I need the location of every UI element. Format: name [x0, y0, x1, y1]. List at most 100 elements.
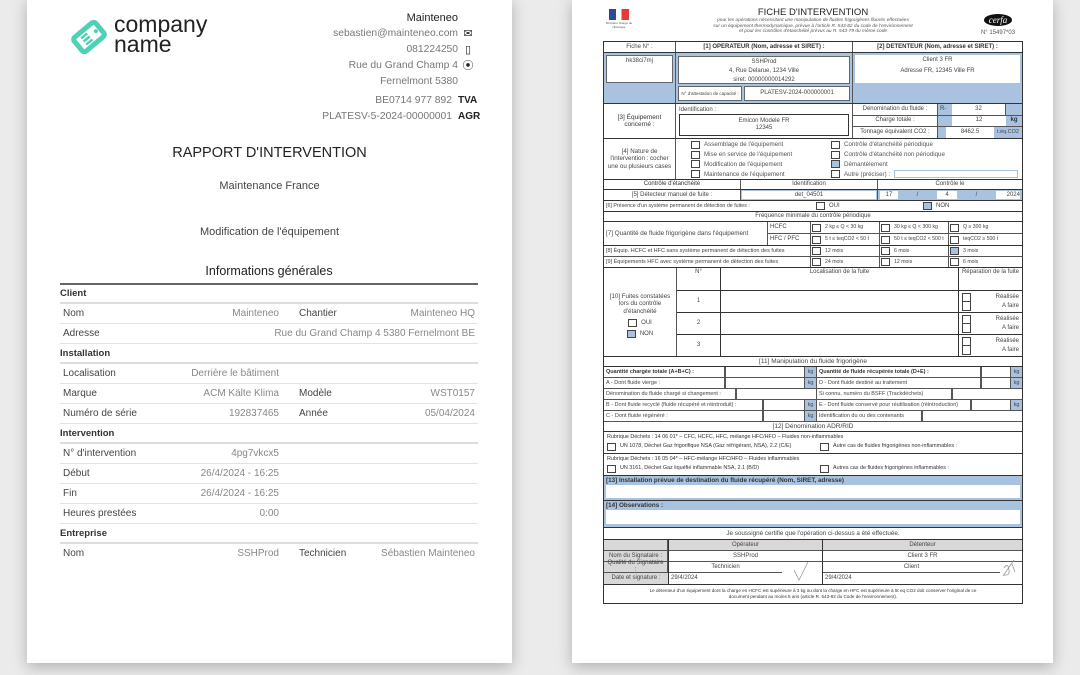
- option-cell[interactable]: 12 mois: [811, 246, 880, 256]
- checkbox[interactable]: [812, 223, 821, 232]
- hfc-options: HFC / PFC 5 t ≤ teqCO2 < 50 t 50 t ≤ teqC…: [768, 234, 1022, 245]
- sig-det-date[interactable]: 29/4/2024: [823, 573, 1022, 584]
- option-cell[interactable]: 12 mois: [880, 257, 949, 267]
- nature-option[interactable]: Assemblage de l'équipement: [691, 140, 831, 150]
- checkbox[interactable]: [950, 258, 959, 266]
- detecteur-field[interactable]: det_04501: [742, 191, 876, 199]
- destination-field[interactable]: [606, 485, 1020, 498]
- fuite-location-field[interactable]: [721, 291, 959, 312]
- autre-field[interactable]: [894, 170, 1018, 179]
- checkbox[interactable]: [950, 247, 959, 255]
- tag-logo-icon: [71, 19, 107, 55]
- checkbox[interactable]: [881, 223, 890, 232]
- realisee-checkbox[interactable]: [962, 336, 971, 346]
- logo-text-line2: name: [114, 31, 172, 57]
- observations-field[interactable]: [606, 510, 1020, 524]
- sig-det-name[interactable]: Client 3 FR: [823, 551, 1022, 562]
- nature-option[interactable]: Modification de l'équipement: [691, 160, 831, 170]
- autre-inflam-checkbox[interactable]: [820, 464, 829, 473]
- cerfa-title: FICHE D'INTERVENTION: [757, 7, 869, 18]
- checkbox[interactable]: [812, 258, 821, 266]
- sig-det-quality[interactable]: Client: [823, 562, 1000, 573]
- fuites-non-checkbox[interactable]: [626, 330, 636, 339]
- company-email: sebastien@mainteneo.com: [333, 28, 458, 39]
- controle-year-field[interactable]: 2024: [995, 191, 1020, 199]
- d-traitement-field[interactable]: [981, 378, 1011, 388]
- checkbox[interactable]: [691, 150, 700, 159]
- qte-chargee-field[interactable]: [725, 367, 805, 377]
- charge-field[interactable]: 12: [952, 115, 1006, 126]
- checkbox[interactable]: [881, 258, 890, 266]
- sig-op-quality[interactable]: Technicien: [669, 562, 782, 573]
- option-cell[interactable]: 6 mois: [949, 257, 1022, 267]
- a-faire-checkbox[interactable]: [962, 323, 971, 333]
- realisee-checkbox[interactable]: [962, 314, 971, 324]
- detenteur-field[interactable]: Client 3 FR Adresse FR, 12345 Ville FR: [855, 55, 1020, 83]
- e-conserve-field[interactable]: [971, 400, 1011, 410]
- option-cell[interactable]: 24 mois: [811, 257, 880, 267]
- qte-recuperee-field[interactable]: [981, 367, 1011, 377]
- table-row: Heures prestées 0:00: [60, 504, 478, 524]
- autre-non-inflam-checkbox[interactable]: [820, 442, 829, 451]
- nature-option[interactable]: Contrôle d'étanchéité périodique: [831, 140, 1018, 150]
- field-label: C - Dont fluide régénéré :: [604, 411, 763, 421]
- checkbox[interactable]: [950, 223, 959, 232]
- vat-tag: TVA: [458, 95, 478, 106]
- contenants-field[interactable]: [922, 411, 1022, 421]
- operateur-field[interactable]: SSHProd 4, Rue Delarue, 1234 Ville siret…: [678, 55, 850, 84]
- checkbox[interactable]: [831, 140, 840, 149]
- un3161-checkbox[interactable]: [607, 464, 616, 473]
- checkbox[interactable]: [812, 247, 821, 255]
- a-faire-checkbox[interactable]: [962, 345, 971, 355]
- systeme-oui-checkbox[interactable]: [816, 202, 825, 210]
- checkbox[interactable]: [950, 235, 959, 244]
- nature-option[interactable]: Autre (préciser) :: [831, 169, 1018, 179]
- fuites-oui-checkbox[interactable]: [628, 319, 638, 328]
- option-cell[interactable]: 2 kg ≤ Q < 30 kg: [811, 222, 880, 233]
- option-cell[interactable]: 30 kg ≤ Q < 300 kg: [880, 222, 949, 233]
- c-regenere-field[interactable]: [763, 411, 805, 421]
- fiche-number-field[interactable]: hk38ci7mj: [606, 55, 673, 83]
- controle-month-field[interactable]: 4: [936, 191, 957, 199]
- fluide-field[interactable]: 32: [952, 104, 1006, 115]
- fuite-location-field[interactable]: [721, 313, 959, 334]
- a-faire-checkbox[interactable]: [962, 301, 971, 311]
- checkbox[interactable]: [691, 160, 700, 169]
- identification-field[interactable]: Emicon Modele FR 12345: [679, 113, 849, 136]
- checkbox[interactable]: [691, 170, 700, 179]
- bsff-field[interactable]: [952, 389, 1022, 399]
- checkbox[interactable]: [881, 247, 890, 255]
- a-vierge-field[interactable]: [725, 378, 805, 388]
- nature-option[interactable]: Contrôle d'étanchéité non périodique: [831, 150, 1018, 160]
- option-cell[interactable]: 3 mois: [949, 246, 1022, 256]
- nature-option[interactable]: Démantèlement: [831, 160, 1018, 170]
- un1078-checkbox[interactable]: [607, 442, 616, 451]
- denomination-field[interactable]: [736, 389, 816, 399]
- nature-option[interactable]: Mise en service de l'équipement: [691, 150, 831, 160]
- group-installation: Installation: [60, 344, 478, 364]
- controle-day-field[interactable]: 17: [880, 191, 898, 199]
- tonnage-field[interactable]: 8462.5: [946, 127, 994, 138]
- checkbox[interactable]: [831, 170, 840, 179]
- table-row: N° d'intervention 4pg7vkcx5: [60, 444, 478, 464]
- attestation-field[interactable]: PLATESV-2024-000000001: [744, 85, 850, 101]
- option-cell[interactable]: 50 t ≤ teqCO2 < 500 t: [880, 234, 949, 245]
- option-cell[interactable]: 5 t ≤ teqCO2 < 50 t: [811, 234, 880, 245]
- equip9-options: [9] Équipements HFC avec système permane…: [604, 257, 1022, 268]
- realisee-checkbox[interactable]: [962, 292, 971, 302]
- holder-signature-icon: [1002, 559, 1016, 577]
- checkbox[interactable]: [831, 150, 840, 159]
- fuite-location-field[interactable]: [721, 335, 959, 356]
- option-cell[interactable]: 6 mois: [880, 246, 949, 256]
- checkbox[interactable]: [691, 140, 700, 149]
- option-label: 2 kg ≤ Q < 30 kg: [825, 224, 864, 230]
- nature-option[interactable]: Maintenance de l'équipement: [691, 169, 831, 179]
- systeme-non-checkbox[interactable]: [923, 202, 932, 210]
- option-cell[interactable]: Q ≥ 300 kg: [949, 222, 1022, 233]
- b-recycle-field[interactable]: [763, 400, 805, 410]
- checkbox[interactable]: [881, 235, 890, 244]
- option-cell[interactable]: teqCO2 ≥ 500 t: [949, 234, 1022, 245]
- reparation-cell: Réalisée A faire: [959, 313, 1022, 334]
- checkbox[interactable]: [831, 160, 840, 169]
- checkbox[interactable]: [812, 235, 821, 244]
